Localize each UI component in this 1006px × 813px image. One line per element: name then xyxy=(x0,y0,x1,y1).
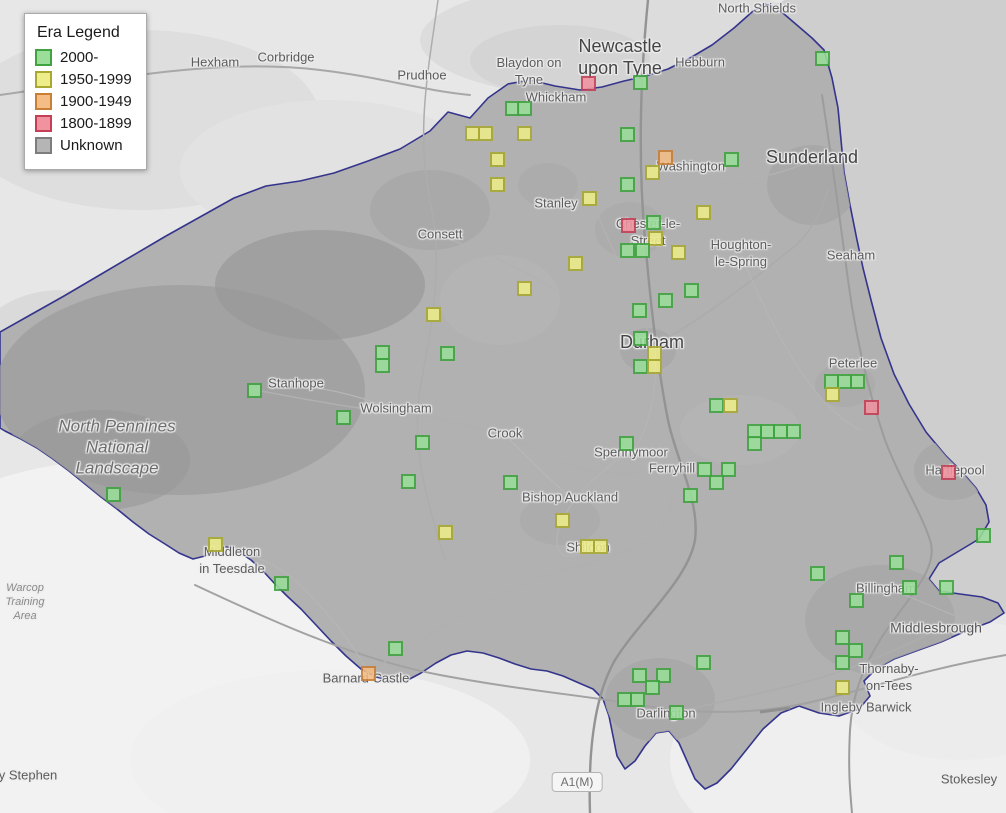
map-marker-era-1950-1999[interactable] xyxy=(208,537,223,552)
map-marker-era-1800-1899[interactable] xyxy=(621,218,636,233)
map-marker-era-1950-1999[interactable] xyxy=(723,398,738,413)
legend-item-label: 1950-1999 xyxy=(60,71,132,88)
map-marker-era-1950-1999[interactable] xyxy=(426,307,441,322)
map-marker-era-1900-1949[interactable] xyxy=(361,666,376,681)
map-marker-era-1950-1999[interactable] xyxy=(568,256,583,271)
map-marker-era-2000-[interactable] xyxy=(939,580,954,595)
map-marker-era-2000-[interactable] xyxy=(646,215,661,230)
era-legend: Era Legend 2000- 1950-1999 1900-1949 1800-1… xyxy=(24,13,147,170)
legend-swatch-icon xyxy=(35,71,52,88)
map-marker-era-2000-[interactable] xyxy=(106,487,121,502)
legend-item-2: 1900-1949 xyxy=(35,93,132,110)
map-marker-era-2000-[interactable] xyxy=(669,705,684,720)
legend-item-1: 1950-1999 xyxy=(35,71,132,88)
map-marker-era-1950-1999[interactable] xyxy=(555,513,570,528)
map-marker-era-1800-1899[interactable] xyxy=(581,76,596,91)
map-marker-era-2000-[interactable] xyxy=(630,692,645,707)
map-marker-era-2000-[interactable] xyxy=(633,75,648,90)
map-marker-era-1950-1999[interactable] xyxy=(647,359,662,374)
map-marker-era-1950-1999[interactable] xyxy=(645,165,660,180)
map-marker-era-2000-[interactable] xyxy=(440,346,455,361)
map-marker-era-2000-[interactable] xyxy=(889,555,904,570)
map-marker-era-1800-1899[interactable] xyxy=(941,465,956,480)
map-marker-era-2000-[interactable] xyxy=(635,243,650,258)
legend-item-3: 1800-1899 xyxy=(35,115,132,132)
map-marker-era-2000-[interactable] xyxy=(619,436,634,451)
map-marker-era-1950-1999[interactable] xyxy=(490,177,505,192)
map-marker-era-2000-[interactable] xyxy=(976,528,991,543)
legend-swatch-icon xyxy=(35,49,52,66)
marker-layer xyxy=(0,0,1006,813)
map-marker-era-1950-1999[interactable] xyxy=(835,680,850,695)
map-marker-era-2000-[interactable] xyxy=(709,475,724,490)
map-marker-era-1950-1999[interactable] xyxy=(517,281,532,296)
map-marker-era-2000-[interactable] xyxy=(388,641,403,656)
map-marker-era-2000-[interactable] xyxy=(835,655,850,670)
map-marker-era-1800-1899[interactable] xyxy=(864,400,879,415)
map-marker-era-2000-[interactable] xyxy=(247,383,262,398)
map-marker-era-2000-[interactable] xyxy=(696,655,711,670)
map-marker-era-2000-[interactable] xyxy=(645,680,660,695)
map-marker-era-1950-1999[interactable] xyxy=(490,152,505,167)
map-marker-era-2000-[interactable] xyxy=(747,436,762,451)
map-marker-era-1950-1999[interactable] xyxy=(648,231,663,246)
legend-item-0: 2000- xyxy=(35,49,132,66)
legend-items: 2000- 1950-1999 1900-1949 1800-1899 Unknown xyxy=(35,49,132,154)
map-marker-era-2000-[interactable] xyxy=(683,488,698,503)
map-marker-era-2000-[interactable] xyxy=(503,475,518,490)
map-marker-era-2000-[interactable] xyxy=(724,152,739,167)
map-marker-era-2000-[interactable] xyxy=(786,424,801,439)
map-marker-era-1950-1999[interactable] xyxy=(671,245,686,260)
map-marker-era-2000-[interactable] xyxy=(850,374,865,389)
map-marker-era-2000-[interactable] xyxy=(658,293,673,308)
map-marker-era-2000-[interactable] xyxy=(684,283,699,298)
map-marker-era-2000-[interactable] xyxy=(815,51,830,66)
map-marker-era-2000-[interactable] xyxy=(415,435,430,450)
map-marker-era-2000-[interactable] xyxy=(620,127,635,142)
map-marker-era-1950-1999[interactable] xyxy=(696,205,711,220)
legend-swatch-icon xyxy=(35,93,52,110)
legend-item-4: Unknown xyxy=(35,137,132,154)
legend-item-label: 2000- xyxy=(60,49,98,66)
map-marker-era-2000-[interactable] xyxy=(632,303,647,318)
legend-item-label: 1800-1899 xyxy=(60,115,132,132)
map-canvas[interactable]: Newcastleupon TyneSunderlandDurhamNorth … xyxy=(0,0,1006,813)
legend-item-label: Unknown xyxy=(60,137,123,154)
map-marker-era-2000-[interactable] xyxy=(336,410,351,425)
map-marker-era-2000-[interactable] xyxy=(810,566,825,581)
map-marker-era-2000-[interactable] xyxy=(709,398,724,413)
map-marker-era-1950-1999[interactable] xyxy=(593,539,608,554)
map-marker-era-1950-1999[interactable] xyxy=(582,191,597,206)
map-marker-era-2000-[interactable] xyxy=(401,474,416,489)
legend-swatch-icon xyxy=(35,137,52,154)
legend-title: Era Legend xyxy=(37,24,132,42)
map-marker-era-2000-[interactable] xyxy=(849,593,864,608)
map-marker-era-2000-[interactable] xyxy=(633,359,648,374)
map-marker-era-2000-[interactable] xyxy=(620,177,635,192)
map-marker-era-1950-1999[interactable] xyxy=(438,525,453,540)
map-marker-era-1900-1949[interactable] xyxy=(658,150,673,165)
map-marker-era-1950-1999[interactable] xyxy=(825,387,840,402)
map-marker-era-2000-[interactable] xyxy=(517,101,532,116)
map-marker-era-1950-1999[interactable] xyxy=(517,126,532,141)
map-marker-era-2000-[interactable] xyxy=(274,576,289,591)
legend-item-label: 1900-1949 xyxy=(60,93,132,110)
legend-swatch-icon xyxy=(35,115,52,132)
map-marker-era-1950-1999[interactable] xyxy=(478,126,493,141)
map-marker-era-2000-[interactable] xyxy=(620,243,635,258)
map-marker-era-2000-[interactable] xyxy=(902,580,917,595)
map-marker-era-2000-[interactable] xyxy=(375,358,390,373)
map-marker-era-2000-[interactable] xyxy=(633,331,648,346)
map-marker-era-2000-[interactable] xyxy=(848,643,863,658)
